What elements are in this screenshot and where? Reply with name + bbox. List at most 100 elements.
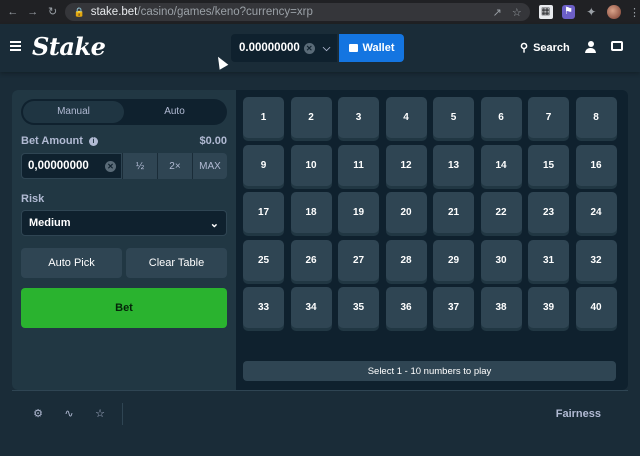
number-grid: 1 2 3 4 5 6 7 8 9 10 11 12 13 14 15 16 17 18 19 20 21 22 23 24 2…: [243, 97, 618, 328]
keno-tile[interactable]: 19: [338, 192, 379, 233]
keno-tile[interactable]: 18: [290, 192, 332, 233]
bet-amount-header: Bet Amount i $0.00: [21, 135, 227, 147]
bet-amount-group: 0,00000000 ✕ ½ 2× MAX: [21, 153, 227, 179]
bet-amount-value: 0,00000000: [28, 160, 89, 172]
xrp-currency-icon: ✕: [303, 42, 315, 54]
lock-icon: 🔒: [73, 6, 85, 17]
qr-extension-icon[interactable]: ▦: [538, 5, 553, 19]
search-button[interactable]: ⚲ Search: [520, 41, 570, 55]
keno-tile[interactable]: 30: [480, 239, 522, 281]
keno-tile[interactable]: 16: [575, 144, 617, 186]
mode-tabs: Manual Auto: [21, 99, 227, 125]
keno-tile[interactable]: 21: [433, 192, 474, 233]
half-bet-button[interactable]: ½: [122, 153, 157, 179]
user-icon[interactable]: [585, 41, 596, 53]
tab-auto[interactable]: Auto: [124, 101, 225, 123]
bet-amount-input[interactable]: 0,00000000 ✕: [21, 153, 122, 179]
keno-tile[interactable]: 39: [528, 287, 569, 328]
keno-board: 1 2 3 4 5 6 7 8 9 10 11 12 13 14 15 16 17 18 19 20 21 22 23 24 2…: [238, 90, 628, 390]
page-bottom: [0, 438, 640, 456]
keno-tile[interactable]: 1: [243, 97, 284, 138]
address-bar[interactable]: 🔒 stake.bet /casino/games/keno?currency=…: [65, 3, 530, 21]
keno-tile[interactable]: 7: [528, 97, 569, 138]
back-icon[interactable]: ←: [6, 5, 20, 19]
keno-tile[interactable]: 6: [480, 97, 522, 138]
keno-tile[interactable]: 8: [575, 97, 617, 138]
balance-selector[interactable]: 0.00000000 ✕ ⌵: [231, 34, 337, 62]
settings-gear-icon[interactable]: ⚙: [32, 408, 44, 420]
bet-sidebar: Manual Auto Bet Amount i $0.00 0,0000000…: [12, 90, 236, 390]
game-footer: ⚙ ∿ ☆ Fairness: [12, 390, 628, 437]
chat-icon[interactable]: [611, 41, 623, 51]
tab-manual[interactable]: Manual: [23, 101, 124, 123]
keno-tile[interactable]: 9: [243, 144, 284, 186]
keno-tile[interactable]: 5: [433, 97, 474, 138]
keno-tile[interactable]: 36: [385, 287, 427, 328]
auto-pick-button[interactable]: Auto Pick: [21, 248, 122, 278]
profile-avatar[interactable]: [607, 5, 622, 19]
keno-tile[interactable]: 25: [243, 239, 284, 281]
fairness-link[interactable]: Fairness: [556, 408, 601, 420]
keno-tile[interactable]: 11: [338, 144, 379, 186]
favorite-star-icon[interactable]: ☆: [94, 408, 106, 420]
keno-tile[interactable]: 27: [338, 239, 379, 281]
double-bet-button[interactable]: 2×: [157, 153, 192, 179]
forward-icon[interactable]: →: [26, 5, 40, 19]
keno-tile[interactable]: 23: [528, 192, 569, 233]
url-host: stake.bet: [90, 6, 138, 18]
risk-select[interactable]: Medium ⌄: [21, 210, 227, 236]
site-header: Stake 0.00000000 ✕ ⌵ Wallet ⚲ Search: [0, 24, 640, 72]
risk-label: Risk: [21, 193, 45, 205]
browser-menu-icon[interactable]: ⋮: [629, 6, 640, 19]
keno-tile[interactable]: 38: [480, 287, 522, 328]
keno-tile[interactable]: 10: [290, 144, 332, 186]
keno-tile[interactable]: 33: [243, 287, 284, 328]
chevron-down-icon: ⌄: [209, 217, 219, 230]
hint-bar: Select 1 - 10 numbers to play: [243, 361, 616, 381]
keno-tile[interactable]: 37: [433, 287, 474, 328]
keno-tile[interactable]: 15: [528, 144, 569, 186]
url-path: /casino/games/keno?currency=xrp: [137, 6, 313, 18]
wallet-button[interactable]: Wallet: [339, 34, 404, 62]
balance-value: 0.00000000: [239, 42, 300, 54]
bookmark-star-icon[interactable]: ☆: [512, 6, 522, 19]
keno-tile[interactable]: 34: [290, 287, 332, 328]
footer-divider: [122, 403, 123, 425]
keno-tile[interactable]: 12: [385, 144, 427, 186]
info-icon[interactable]: i: [88, 137, 98, 146]
hamburger-menu-icon[interactable]: [10, 41, 21, 51]
wallet-label: Wallet: [362, 42, 395, 54]
bet-button[interactable]: Bet: [21, 288, 227, 328]
keno-tile[interactable]: 4: [385, 97, 427, 138]
clear-table-button[interactable]: Clear Table: [126, 248, 227, 278]
keno-tile[interactable]: 24: [575, 192, 617, 233]
keno-tile[interactable]: 28: [385, 239, 427, 281]
keno-tile[interactable]: 13: [433, 144, 474, 186]
keno-tile[interactable]: 22: [480, 192, 522, 233]
stake-logo[interactable]: Stake: [32, 32, 106, 61]
pick-actions: Auto Pick Clear Table: [21, 248, 227, 278]
reload-icon[interactable]: ↻: [46, 5, 60, 19]
browser-toolbar: ← → ↻ 🔒 stake.bet /casino/games/keno?cur…: [0, 0, 640, 24]
search-icon: ⚲: [520, 42, 529, 54]
bet-amount-label: Bet Amount: [21, 135, 83, 147]
stats-chart-icon[interactable]: ∿: [63, 408, 75, 420]
extensions-puzzle-icon[interactable]: ✦: [584, 5, 598, 19]
keno-tile[interactable]: 35: [338, 287, 379, 328]
keno-tile[interactable]: 3: [338, 97, 379, 138]
keno-tile[interactable]: 26: [290, 239, 332, 281]
extension-icon[interactable]: ⚑: [561, 5, 576, 19]
keno-tile[interactable]: 20: [385, 192, 427, 233]
open-in-new-icon[interactable]: ↗: [493, 6, 502, 19]
keno-tile[interactable]: 29: [433, 239, 474, 281]
keno-tile[interactable]: 40: [575, 287, 617, 328]
risk-value: Medium: [29, 217, 71, 229]
keno-tile[interactable]: 31: [528, 239, 569, 281]
max-bet-button[interactable]: MAX: [192, 153, 227, 179]
xrp-currency-icon: ✕: [105, 160, 116, 172]
keno-tile[interactable]: 32: [575, 239, 617, 281]
keno-tile[interactable]: 14: [480, 144, 522, 186]
keno-tile[interactable]: 17: [243, 192, 284, 233]
keno-tile[interactable]: 2: [290, 97, 332, 138]
chevron-down-icon: ⌵: [322, 42, 331, 54]
